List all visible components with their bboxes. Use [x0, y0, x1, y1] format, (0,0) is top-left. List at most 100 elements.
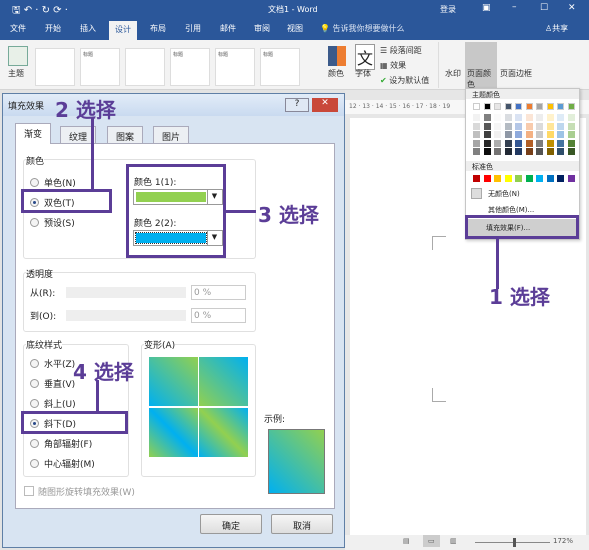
theme-color-swatch[interactable]	[567, 103, 575, 110]
theme-color-swatch[interactable]	[546, 139, 554, 147]
theme-color-swatch[interactable]	[557, 148, 564, 155]
rotate-checkbox[interactable]	[24, 486, 34, 496]
theme-color-swatch[interactable]	[567, 114, 575, 121]
standard-color-swatch[interactable]	[557, 175, 564, 182]
standard-color-swatch[interactable]	[504, 175, 512, 182]
one-color-radio[interactable]	[30, 178, 39, 187]
style-thumb[interactable]: 标题	[170, 48, 210, 86]
theme-color-swatch[interactable]	[504, 131, 512, 138]
tell-me-search[interactable]: 💡 告诉我你想要做什么	[320, 23, 405, 34]
theme-color-swatch[interactable]	[546, 148, 554, 155]
style-thumb[interactable]	[125, 48, 165, 86]
theme-color-swatch[interactable]	[525, 131, 533, 138]
set-default-button[interactable]: ✔ 设为默认值	[380, 75, 429, 86]
theme-color-swatch[interactable]	[536, 114, 543, 121]
theme-color-swatch[interactable]	[473, 114, 480, 121]
theme-button[interactable]: 主题	[8, 68, 24, 79]
fonts-button[interactable]: 字体	[355, 68, 371, 79]
tab-design[interactable]: 设计	[109, 21, 137, 40]
theme-color-swatch[interactable]	[504, 114, 512, 121]
theme-color-swatch[interactable]	[515, 131, 522, 138]
variant-1[interactable]	[149, 357, 198, 406]
to-value-spinner[interactable]: 0 %	[191, 308, 246, 323]
theme-color-swatch[interactable]	[536, 103, 543, 110]
theme-color-swatch[interactable]	[483, 122, 491, 130]
to-slider[interactable]	[66, 310, 186, 321]
style-thumb[interactable]: 标题	[80, 48, 120, 86]
dialog-close-button[interactable]: ✕	[312, 98, 338, 112]
more-colors-item[interactable]: 其他颜色(M)...	[488, 205, 534, 215]
page-color-button[interactable]: 页面颜色	[465, 42, 497, 89]
cancel-button[interactable]: 取消	[271, 514, 333, 534]
theme-color-swatch[interactable]	[546, 103, 554, 110]
theme-color-swatch[interactable]	[494, 122, 501, 130]
variant-3[interactable]	[149, 408, 198, 457]
variant-2[interactable]	[199, 357, 248, 406]
tab-home[interactable]: 开始	[45, 23, 61, 34]
shading-style-radio[interactable]	[30, 379, 39, 388]
shading-style-radio[interactable]	[30, 439, 39, 448]
theme-color-swatch[interactable]	[536, 131, 543, 138]
theme-color-swatch[interactable]	[494, 148, 501, 155]
tab-insert[interactable]: 插入	[80, 23, 96, 34]
signin-link[interactable]: 登录	[440, 4, 456, 15]
theme-color-swatch[interactable]	[473, 122, 480, 130]
theme-color-swatch[interactable]	[536, 122, 543, 130]
minimize-button[interactable]: –	[512, 2, 517, 12]
tab-file[interactable]: 文件	[10, 23, 26, 34]
zoom-thumb[interactable]	[513, 538, 516, 547]
read-mode-icon[interactable]: ▤	[403, 537, 410, 545]
theme-color-swatch[interactable]	[494, 103, 501, 110]
theme-color-swatch[interactable]	[546, 122, 554, 130]
standard-color-swatch[interactable]	[494, 175, 501, 182]
theme-color-swatch[interactable]	[567, 122, 575, 130]
theme-color-swatch[interactable]	[536, 148, 543, 155]
tab-gradient[interactable]: 渐变	[15, 123, 52, 144]
share-button[interactable]: ♙共享	[545, 23, 568, 34]
theme-color-swatch[interactable]	[525, 139, 533, 147]
from-value-spinner[interactable]: 0 %	[191, 285, 246, 300]
theme-color-swatch[interactable]	[515, 148, 522, 155]
from-slider[interactable]	[66, 287, 186, 298]
shading-style-radio[interactable]	[30, 399, 39, 408]
theme-color-swatch[interactable]	[494, 139, 501, 147]
theme-color-swatch[interactable]	[525, 148, 533, 155]
ribbon-display-icon[interactable]: ▣	[482, 3, 491, 13]
theme-color-swatch[interactable]	[567, 131, 575, 138]
standard-color-swatch[interactable]	[546, 175, 554, 182]
theme-color-swatch[interactable]	[515, 139, 522, 147]
theme-color-swatch[interactable]	[473, 139, 480, 147]
theme-color-swatch[interactable]	[504, 122, 512, 130]
theme-color-swatch[interactable]	[473, 131, 480, 138]
watermark-button[interactable]: 水印	[445, 68, 461, 79]
tab-view[interactable]: 视图	[287, 23, 303, 34]
theme-color-swatch[interactable]	[557, 131, 564, 138]
tab-mailings[interactable]: 邮件	[220, 23, 236, 34]
standard-color-swatch[interactable]	[515, 175, 522, 182]
fonts-icon[interactable]: 文	[355, 44, 376, 70]
theme-color-swatch[interactable]	[504, 148, 512, 155]
tab-pattern[interactable]: 图案	[107, 126, 144, 144]
standard-color-swatch[interactable]	[473, 175, 480, 182]
standard-color-swatch[interactable]	[567, 175, 575, 182]
theme-color-swatch[interactable]	[536, 139, 543, 147]
theme-color-swatch[interactable]	[557, 139, 564, 147]
preset-radio[interactable]	[30, 218, 39, 227]
theme-color-swatch[interactable]	[567, 148, 575, 155]
tab-layout[interactable]: 布局	[150, 23, 166, 34]
theme-icon[interactable]	[8, 46, 28, 66]
theme-color-swatch[interactable]	[483, 103, 491, 110]
print-layout-icon[interactable]: ▭	[423, 535, 440, 547]
theme-color-swatch[interactable]	[483, 131, 491, 138]
style-thumb[interactable]: 标题	[215, 48, 255, 86]
theme-color-swatch[interactable]	[483, 148, 491, 155]
theme-color-swatch[interactable]	[557, 122, 564, 130]
theme-color-swatch[interactable]	[504, 103, 512, 110]
no-color-item[interactable]: 无颜色(N)	[488, 189, 520, 199]
theme-color-swatch[interactable]	[557, 103, 564, 110]
theme-color-swatch[interactable]	[515, 114, 522, 121]
shading-style-radio[interactable]	[30, 359, 39, 368]
shading-style-radio[interactable]	[30, 459, 39, 468]
theme-color-swatch[interactable]	[515, 103, 522, 110]
style-thumb[interactable]: 标题	[260, 48, 300, 86]
